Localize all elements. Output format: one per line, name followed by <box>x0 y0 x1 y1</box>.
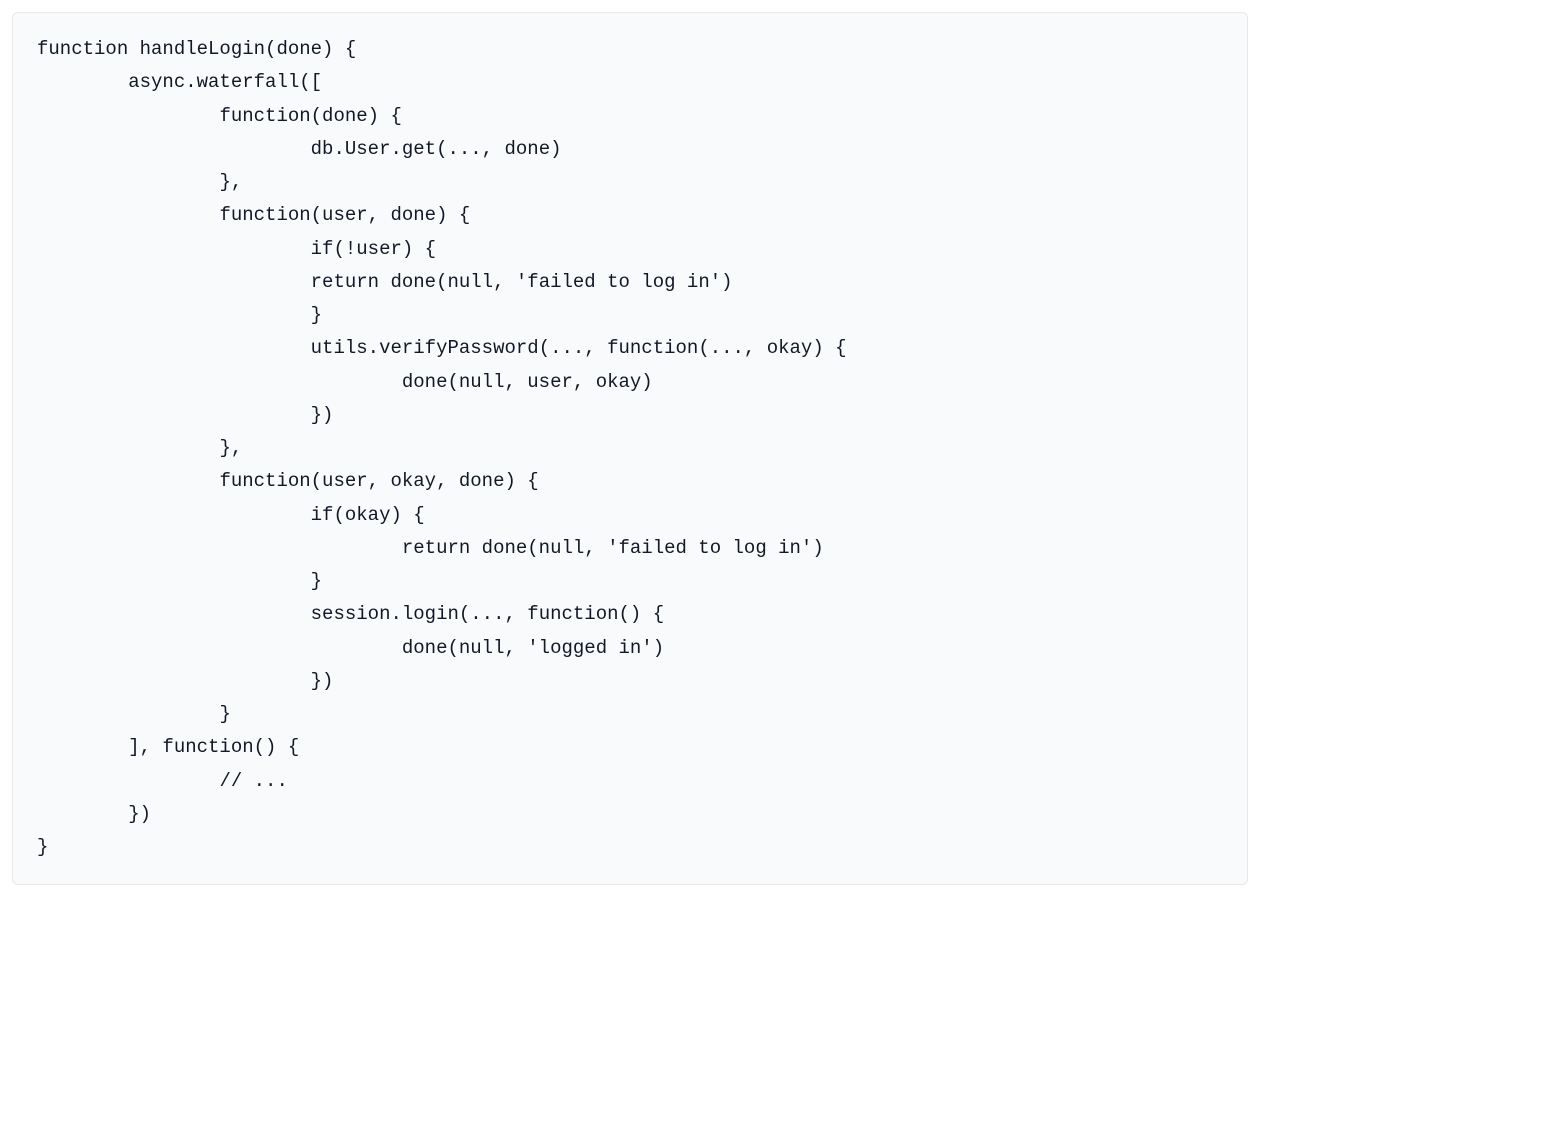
code-content[interactable]: function handleLogin(done) { async.water… <box>37 33 1223 864</box>
code-block: function handleLogin(done) { async.water… <box>12 12 1248 885</box>
